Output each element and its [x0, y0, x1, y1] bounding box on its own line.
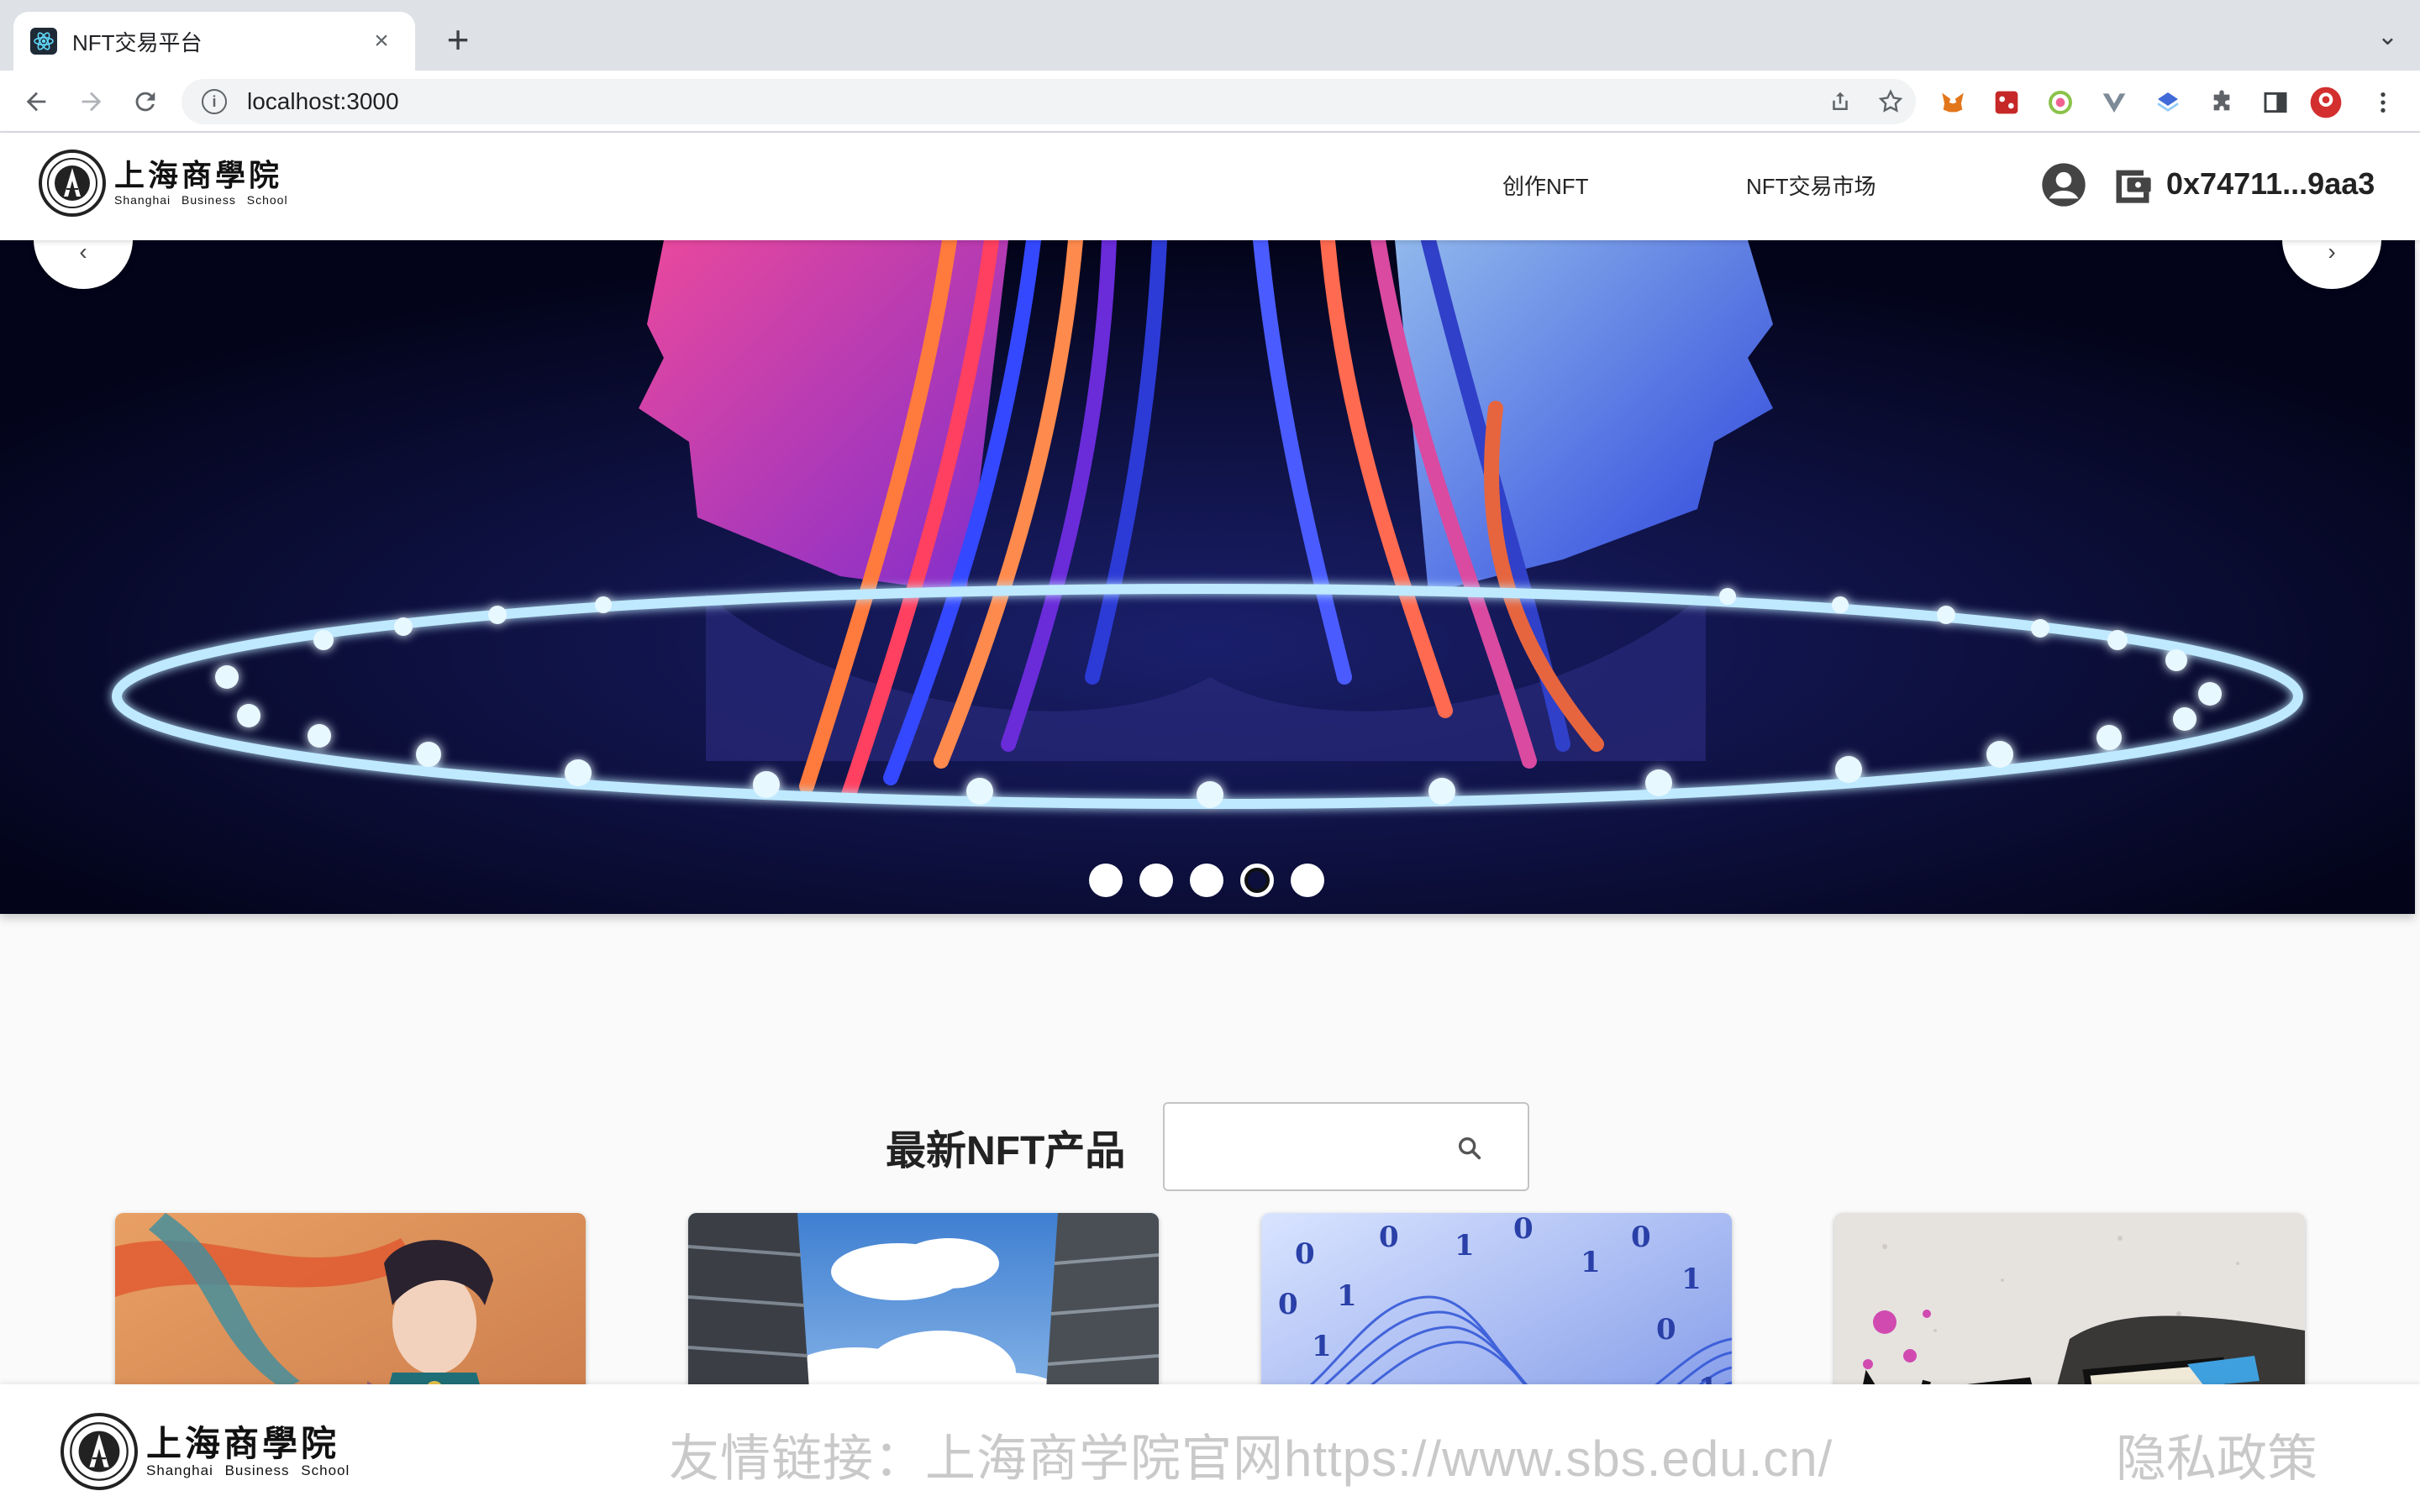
tab-close-icon[interactable]: × [365, 27, 398, 55]
svg-text:0: 0 [1379, 1221, 1399, 1254]
school-logo[interactable]: 上海商學院 Shanghai Business School [39, 150, 288, 217]
arrow-right-icon [82, 92, 102, 112]
logo-english-name: Shanghai Business School [114, 193, 288, 207]
url-text[interactable]: localhost:3000 [247, 88, 1815, 115]
tab-title: NFT交易平台 [72, 29, 203, 55]
svg-text:1: 1 [1681, 1263, 1702, 1296]
tab-search-icon[interactable]: ⌄ [2377, 22, 2398, 51]
svg-text:1: 1 [1455, 1229, 1475, 1263]
new-tab-button[interactable]: + [437, 18, 479, 60]
chevron-right-icon: › [2328, 240, 2336, 265]
search-input[interactable] [1163, 1102, 1529, 1191]
metamask-extension-icon[interactable] [1936, 86, 1970, 119]
svg-text:0: 0 [1513, 1213, 1534, 1246]
share-icon[interactable] [1815, 89, 1865, 114]
logo-english-name: Shanghai Business School [146, 1462, 350, 1478]
carousel-slide-image [0, 240, 2415, 914]
carousel-dot[interactable] [1291, 864, 1324, 897]
wallet-icon[interactable] [2111, 163, 2154, 207]
back-button[interactable] [17, 82, 55, 121]
extensions-puzzle-icon[interactable] [2205, 86, 2238, 119]
browser-tab-strip: NFT交易平台 × + ⌄ [0, 0, 2420, 71]
red-extension-icon[interactable] [1990, 86, 2023, 119]
nav-create-nft[interactable]: 创作NFT [1502, 170, 1589, 201]
carousel-dot[interactable] [1089, 864, 1123, 897]
colorful-extension-icon[interactable] [2044, 86, 2077, 119]
address-bar[interactable]: i localhost:3000 [182, 79, 1916, 124]
profile-avatar-icon[interactable] [2309, 86, 2343, 119]
browser-menu-icon[interactable] [2366, 86, 2400, 119]
reload-icon [135, 92, 155, 112]
account-circle-icon[interactable] [2040, 161, 2087, 208]
browser-tab[interactable]: NFT交易平台 × [13, 12, 415, 71]
svg-text:0: 0 [1656, 1313, 1676, 1347]
svg-text:0: 0 [1295, 1237, 1315, 1271]
svg-text:0: 0 [1278, 1288, 1298, 1321]
logo-chinese-name: 上海商學院 [146, 1423, 340, 1464]
section-title: 最新NFT产品 [886, 1129, 1126, 1173]
footer-logo[interactable]: 上海商學院 Shanghai Business School [60, 1413, 350, 1490]
svg-text:1: 1 [1337, 1279, 1357, 1313]
logo-text: 上海商學院 Shanghai Business School [114, 159, 288, 207]
blue-extension-icon[interactable] [2151, 86, 2185, 119]
carousel-dot[interactable] [1139, 864, 1173, 897]
svg-text:1: 1 [1581, 1246, 1601, 1279]
school-seal-icon [39, 150, 106, 217]
arrow-left-icon [26, 92, 46, 112]
app-header: 上海商學院 Shanghai Business School 创作NFT NFT… [0, 133, 2420, 240]
vue-extension-icon[interactable] [2097, 86, 2131, 119]
bookmark-star-icon[interactable] [1865, 88, 1916, 115]
carousel-indicators [1089, 864, 1324, 897]
carousel-dot-active[interactable] [1240, 864, 1274, 897]
forward-button[interactable] [72, 82, 111, 121]
nav-nft-market[interactable]: NFT交易市场 [1746, 170, 1876, 201]
wallet-address[interactable]: 0x74711...9aa3 [2166, 166, 2375, 202]
react-favicon-icon [30, 28, 57, 55]
footer-privacy-link[interactable]: 隐私政策 [2116, 1418, 2317, 1491]
hero-carousel[interactable]: ‹ › [0, 240, 2415, 914]
reload-button[interactable] [126, 82, 165, 121]
footer-friend-links[interactable]: 友情链接：上海商学院官网https://www.sbs.edu.cn/ [669, 1418, 1833, 1491]
svg-text:0: 0 [1631, 1221, 1651, 1254]
svg-text:1: 1 [1312, 1330, 1332, 1363]
search-icon[interactable] [1455, 1134, 1484, 1167]
school-seal-icon [60, 1413, 138, 1490]
site-footer: 上海商學院 Shanghai Business School 友情链接：上海商学… [0, 1384, 2420, 1512]
side-panel-icon[interactable] [2259, 86, 2292, 119]
site-info-icon[interactable]: i [202, 89, 227, 114]
logo-text: 上海商學院 Shanghai Business School [146, 1425, 350, 1478]
chevron-left-icon: ‹ [79, 240, 87, 265]
browser-toolbar: i localhost:3000 [0, 71, 2420, 133]
carousel-dot[interactable] [1190, 864, 1223, 897]
logo-chinese-name: 上海商學院 [114, 158, 283, 193]
